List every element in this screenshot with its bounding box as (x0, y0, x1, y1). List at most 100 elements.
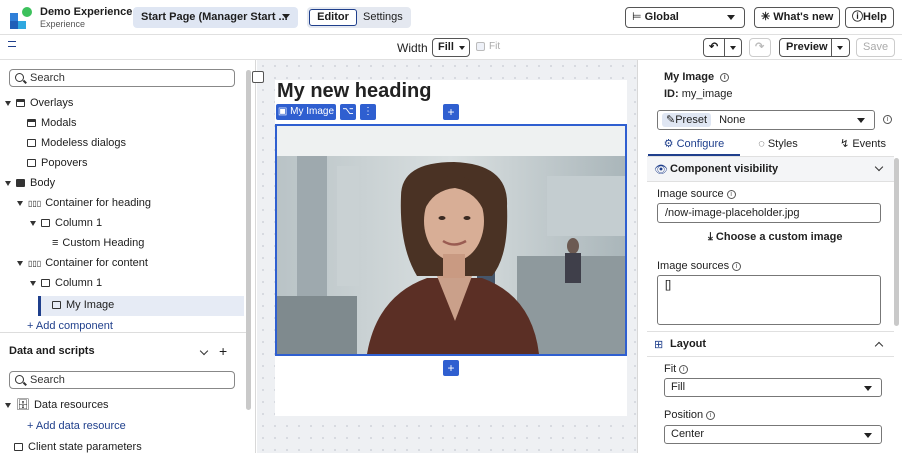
fit-select[interactable]: Fill (664, 378, 882, 397)
position-select[interactable]: Center (664, 425, 882, 444)
tab-editor[interactable]: Editor (309, 9, 357, 26)
width-label: Width (397, 41, 428, 55)
tree-item-container-heading[interactable]: ▯▯▯ Container for heading (17, 194, 151, 212)
redo-button[interactable]: ↷ (749, 38, 771, 57)
add-below-button[interactable]: + (443, 360, 459, 376)
undo-menu-button[interactable] (724, 38, 742, 57)
add-data-resource-link[interactable]: + Add data resource (27, 417, 126, 435)
selected-row-indicator (38, 296, 41, 316)
tree-item-popovers[interactable]: Popovers (27, 154, 87, 172)
visibility-accordion[interactable]: 👁 Component visibility (647, 156, 894, 182)
database-icon: 🗄 (16, 399, 30, 411)
tab-styles[interactable]: ◌ Styles (748, 136, 808, 156)
image-source-input[interactable]: /now-image-placeholder.jpg (657, 203, 881, 223)
layout-icon: ⊞ (654, 339, 664, 351)
tree-item-data-resources[interactable]: 🗄 Data resources (5, 396, 109, 414)
collapse-chevron-icon[interactable] (199, 346, 209, 356)
chevron-down-icon (282, 14, 290, 19)
tree-label: Modeless dialogs (41, 137, 126, 149)
data-search-input[interactable]: Search (9, 371, 235, 389)
left-panel: Search Overlays Modals Modeless dialogs … (0, 60, 256, 453)
chevron-down-icon (864, 386, 872, 391)
chip-label: My Image (290, 106, 335, 117)
caret-down-icon (5, 100, 11, 106)
scope-value: Global (644, 11, 679, 23)
sparkle-icon: ✳ (761, 11, 774, 23)
image-component[interactable] (275, 124, 627, 356)
tree-item-my-image[interactable]: My Image (52, 296, 114, 314)
top-bar: Demo Experience Experience Start Page (M… (0, 0, 902, 35)
gear-icon: ⚙ (663, 138, 674, 150)
tab-label: Events (852, 138, 886, 150)
preview-button[interactable]: Preview (779, 38, 835, 57)
editor-canvas: My new heading ▣ My Image ⌥ ⋮ + + (252, 60, 651, 453)
body-icon (16, 179, 25, 188)
id-label: ID: (664, 88, 679, 100)
data-section-title: Data and scripts (9, 345, 95, 357)
choose-image-link[interactable]: ⤓ Choose a custom image (708, 231, 842, 244)
info-icon[interactable]: i (720, 72, 730, 82)
select-value: Center (671, 428, 705, 440)
more-options-icon[interactable]: ⋮ (360, 104, 376, 120)
styles-icon: ◌ (758, 138, 765, 150)
section-divider (0, 332, 246, 333)
selected-component-chip[interactable]: ▣ My Image (276, 104, 336, 120)
preview-menu-button[interactable] (831, 38, 850, 57)
component-id: ID: my_image (664, 88, 732, 100)
right-scrollbar[interactable] (894, 158, 899, 326)
width-select[interactable]: Fill (432, 38, 470, 57)
caret-down-icon (17, 200, 23, 206)
tree-item-overlays[interactable]: Overlays (5, 94, 73, 112)
column-icon (41, 219, 50, 228)
caret-down-icon (30, 280, 36, 286)
properties-panel: My Image i ID: my_image ✎Preset None i ⚙… (637, 60, 902, 453)
scrollbar[interactable] (246, 70, 251, 410)
undo-button[interactable]: ↶ (703, 38, 725, 57)
tree-item-column[interactable]: Column 1 (30, 214, 102, 232)
add-icon[interactable]: + (219, 342, 227, 360)
info-icon[interactable]: i (706, 410, 716, 420)
component-name: My Image (664, 71, 715, 83)
menu-icon[interactable] (8, 41, 16, 47)
dialog-icon (27, 139, 36, 148)
tree-item-column[interactable]: Column 1 (30, 274, 102, 292)
caret-down-icon (5, 180, 11, 186)
tree-label: Client state parameters (28, 441, 142, 453)
image-sources-textarea[interactable]: [] (657, 275, 881, 325)
tree-label: Modals (41, 117, 77, 129)
save-button[interactable]: Save (856, 38, 896, 57)
help-label: Help (863, 11, 887, 23)
tab-configure[interactable]: ⚙ Configure (648, 136, 740, 156)
select-parent-icon[interactable]: ⌥ (340, 104, 356, 120)
container-icon: ▯▯▯ (28, 199, 42, 208)
whats-new-label: What's new (773, 11, 834, 23)
tree-item-modals[interactable]: Modals (27, 114, 76, 132)
chevron-down-icon (864, 433, 872, 438)
preset-label: Preset (675, 114, 708, 126)
add-above-button[interactable]: + (443, 104, 459, 120)
tree-item-modeless[interactable]: Modeless dialogs (27, 134, 126, 152)
info-icon[interactable]: i (732, 261, 742, 271)
tab-settings[interactable]: Settings (363, 11, 403, 23)
tree-item-custom-heading[interactable]: ≡ Custom Heading (52, 234, 144, 252)
tab-events[interactable]: ↯ Events (833, 136, 893, 156)
info-icon[interactable]: i (679, 364, 689, 374)
tree-item-client-state[interactable]: Client state parameters (14, 438, 142, 456)
fit-checkbox[interactable] (476, 42, 485, 51)
info-icon[interactable]: i (726, 189, 736, 199)
help-button[interactable]: ⓘHelp (845, 7, 894, 28)
layout-accordion[interactable]: ⊞ Layout (647, 331, 894, 357)
tree-item-body[interactable]: Body (5, 174, 55, 192)
search-input[interactable]: Search (9, 69, 235, 87)
collapse-left-panel-icon[interactable] (252, 71, 264, 83)
search-icon (15, 73, 24, 82)
tree-item-container-content[interactable]: ▯▯▯ Container for content (17, 254, 148, 272)
info-icon[interactable]: i (883, 115, 892, 124)
preset-select[interactable]: ✎Preset None (657, 110, 875, 130)
preview-label: Preview (786, 41, 828, 53)
scope-select[interactable]: ⊨ Global (625, 7, 745, 28)
page-heading[interactable]: My new heading (277, 80, 431, 103)
whats-new-button[interactable]: ✳ What's new (754, 7, 841, 28)
column-icon (41, 279, 50, 288)
page-selector[interactable]: Start Page (Manager Start ... (133, 7, 298, 28)
